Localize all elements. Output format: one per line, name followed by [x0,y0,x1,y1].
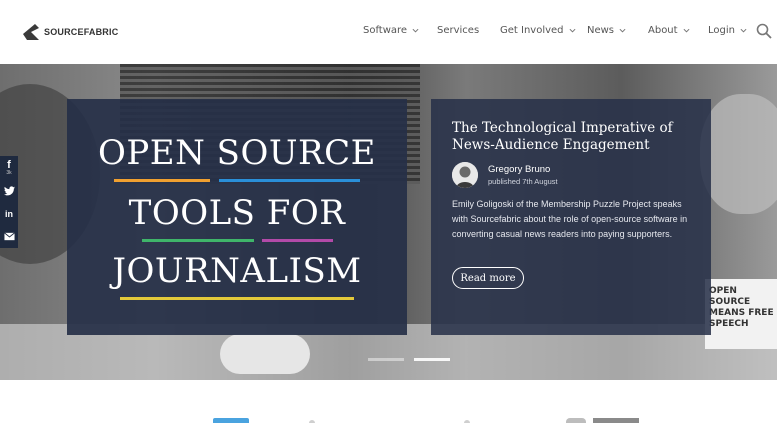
chevron-down-icon [619,28,626,33]
headline-line: JOURNALISM [112,251,362,291]
headline-line: TOOLS FOR [128,193,346,233]
site-header: SOURCEFABRIC Software Services Get Invol… [0,0,777,64]
headline-panel: OPEN SOURCE TOOLS FOR JOURNALISM [67,99,407,335]
share-email-button[interactable] [0,225,18,248]
share-twitter-button[interactable] [0,179,18,202]
share-facebook-button[interactable]: f 3k [0,156,18,179]
article-date: published 7th August [488,177,558,186]
content-section-top [0,380,777,423]
nav-label: About [648,25,678,36]
share-linkedin-button[interactable]: in [0,202,18,225]
nav-label: Get Involved [500,25,564,36]
headline-underline [142,239,254,242]
share-count: 3k [6,170,12,176]
background-shirt-text: OPEN SOURCE MEANS FREE SPEECH [709,286,774,329]
featured-article-panel: The Technological Imperative of News-Aud… [431,99,711,335]
background-photo-person [700,94,777,214]
avatar [452,162,478,188]
nav-label: News [587,25,615,36]
nav-label: Software [363,25,408,36]
nav-item-services[interactable]: Services [437,25,479,36]
search-icon[interactable] [756,23,772,39]
twitter-icon [3,185,15,195]
nav-item-news[interactable]: News [587,25,626,36]
hero-banner: OPEN SOURCE MEANS FREE SPEECH OPEN SOURC… [0,64,777,380]
read-more-button[interactable]: Read more [452,267,524,289]
nav-item-about[interactable]: About [648,25,690,36]
nav-label: Services [437,25,480,36]
nav-item-software[interactable]: Software [363,25,419,36]
author-photo-icon [452,162,478,188]
slider-dot-active[interactable] [414,358,450,361]
product-logo-partial [213,418,249,423]
headline-underline [219,179,360,182]
chevron-down-icon [569,28,576,33]
background-photo-hand [220,334,310,374]
social-share-bar: f 3k in [0,156,18,248]
chevron-down-icon [740,28,747,33]
article-title[interactable]: The Technological Imperative of News-Aud… [452,120,702,154]
product-logo-partial [566,418,586,423]
slider-dot[interactable] [368,358,404,361]
product-logo-partial [593,418,639,423]
author-name[interactable]: Gregory Bruno [488,164,550,175]
headline-underline [114,179,210,182]
nav-label: Login [708,25,735,36]
headline-line: OPEN SOURCE [98,133,376,173]
email-icon [3,232,15,241]
headline-underline [262,239,333,242]
linkedin-icon: in [5,208,13,219]
chevron-down-icon [683,28,690,33]
nav-item-get-involved[interactable]: Get Involved [500,25,576,36]
main-nav: Software Services Get Involved News Abou… [0,25,777,41]
chevron-down-icon [412,28,419,33]
slider-pagination [368,358,450,361]
headline-underline [120,297,354,300]
nav-item-login[interactable]: Login [708,25,747,36]
article-summary: Emily Goligoski of the Membership Puzzle… [452,199,688,239]
